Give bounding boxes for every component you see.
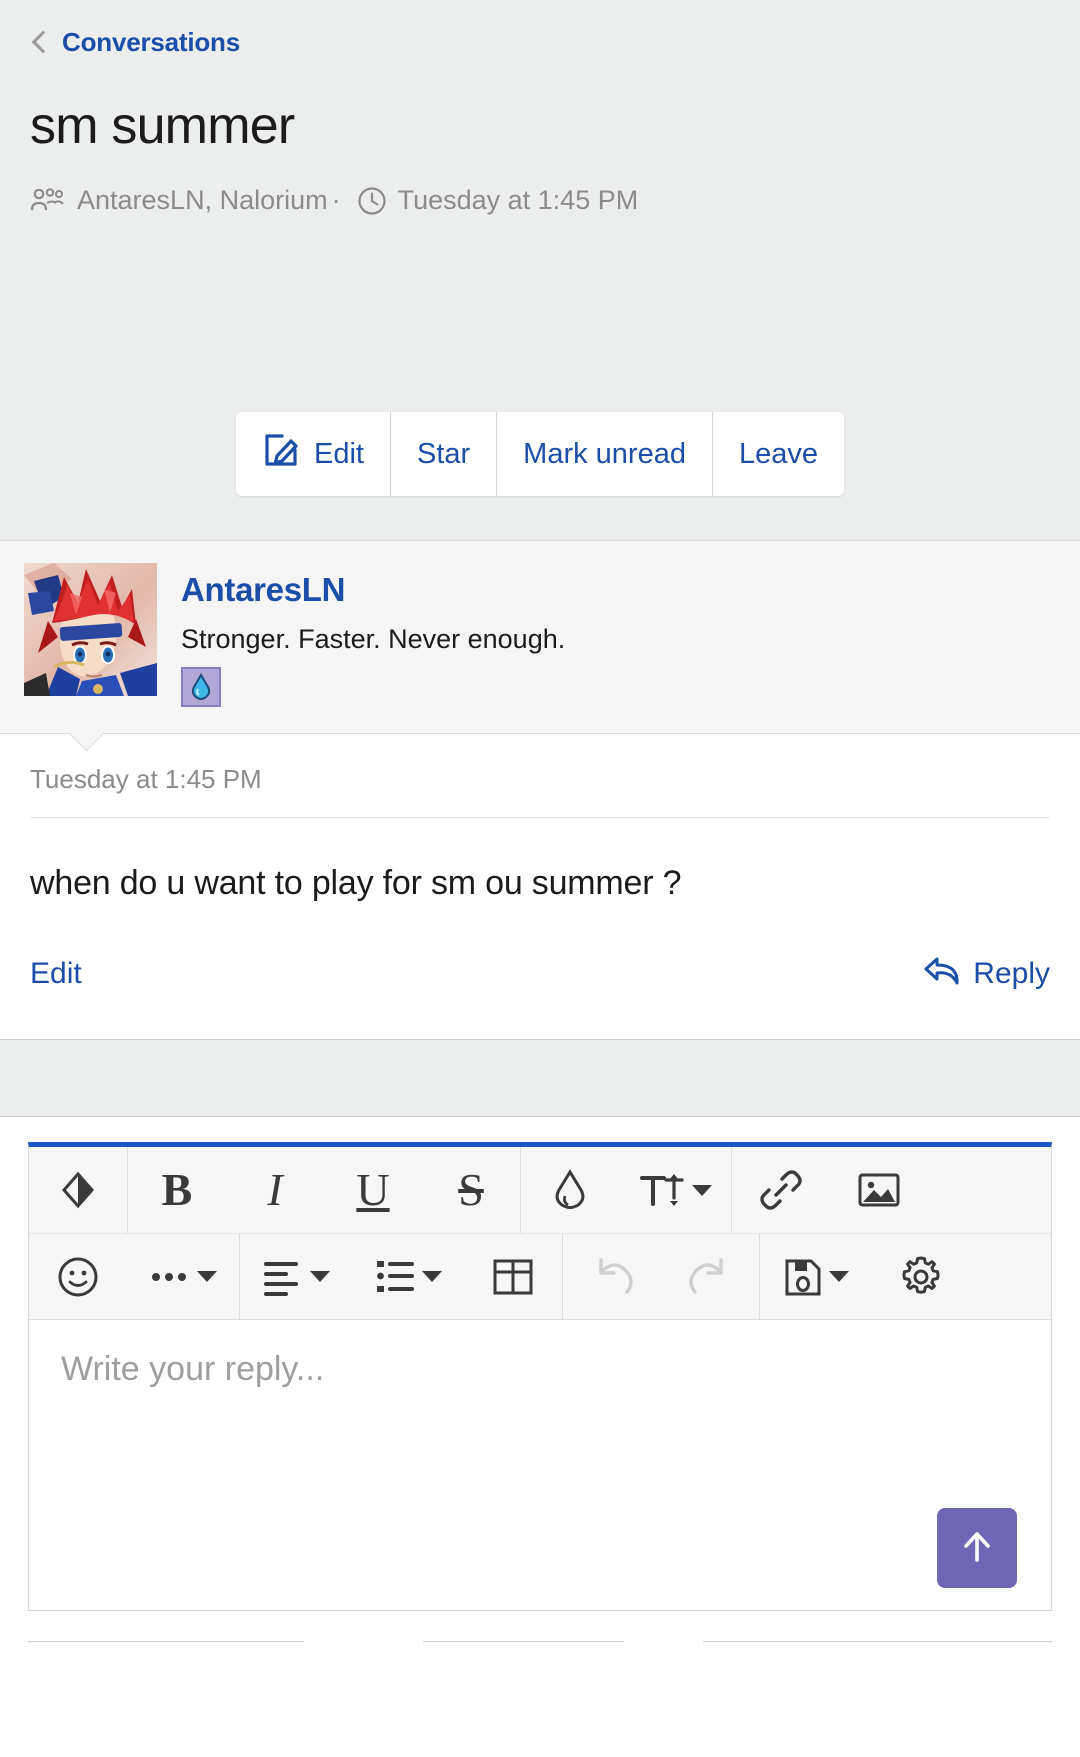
footer-segment-3 (703, 1641, 1052, 1655)
mark-unread-label: Mark unread (523, 437, 686, 470)
footer-strip (28, 1641, 1052, 1655)
more-options-icon[interactable] (127, 1234, 239, 1320)
emoji-smiley-icon[interactable] (29, 1234, 127, 1320)
toolbar-group-format-clear (29, 1147, 128, 1233)
message-body: Tuesday at 1:45 PM when do u want to pla… (0, 734, 1080, 1039)
image-icon[interactable] (830, 1147, 928, 1233)
footer-segment-1 (28, 1641, 303, 1655)
reply-editor: B I U S Write your reply... (28, 1142, 1052, 1611)
link-icon[interactable] (732, 1147, 830, 1233)
footer-segment-2 (423, 1641, 623, 1655)
save-draft-caret-icon[interactable] (829, 1271, 849, 1282)
message-date: Tuesday at 1:45 PM (30, 764, 1050, 818)
strikethrough-icon[interactable]: S (422, 1147, 520, 1233)
reply-placeholder: Write your reply... (61, 1350, 325, 1388)
edit-conversation-label: Edit (314, 437, 364, 470)
toolbar-group-color-size (521, 1147, 732, 1233)
list-icon[interactable] (352, 1234, 464, 1320)
water-drop-badge-icon (181, 667, 221, 707)
toolbar-group-history (563, 1234, 760, 1319)
username-link[interactable]: AntaresLN (181, 571, 565, 609)
star-conversation-label: Star (416, 437, 471, 470)
message-actions: Edit Reply (30, 903, 1050, 1039)
edit-conversation-button[interactable]: Edit (236, 412, 391, 496)
message-user-bar: AntaresLN Stronger. Faster. Never enough… (0, 540, 1080, 734)
page-title: sm summer (30, 97, 295, 155)
italic-icon[interactable]: I (226, 1147, 324, 1233)
font-size-icon[interactable] (619, 1147, 731, 1233)
reply-arrow-icon (921, 953, 961, 995)
editor-toolbar-row-1: B I U S (29, 1147, 1051, 1233)
avatar[interactable] (24, 563, 157, 696)
message-post: AntaresLN Stronger. Faster. Never enough… (0, 540, 1080, 1039)
conversation-meta: AntaresLN, Nalorium · Tuesday at 1:45 PM (30, 185, 1050, 216)
save-draft-icon[interactable] (760, 1234, 872, 1320)
text-align-icon[interactable] (240, 1234, 352, 1320)
bold-icon[interactable]: B (128, 1147, 226, 1233)
gear-settings-icon[interactable] (872, 1234, 970, 1320)
font-size-caret-icon[interactable] (692, 1184, 712, 1196)
action-button-group: Edit Star Mark unread Leave (236, 412, 844, 496)
leave-conversation-button[interactable]: Leave (712, 412, 844, 496)
toolbar-group-paragraph (240, 1234, 563, 1319)
redo-icon (661, 1234, 759, 1320)
conversation-actions: Edit Star Mark unread Leave (0, 412, 1080, 496)
message-text: when do u want to play for sm ou summer … (30, 864, 682, 902)
undo-icon (563, 1234, 661, 1320)
section-divider-strip (0, 1039, 1080, 1117)
table-icon[interactable] (464, 1234, 562, 1320)
breadcrumb-link-conversations[interactable]: Conversations (62, 27, 240, 58)
toolbar-group-emoji (29, 1234, 240, 1319)
reply-editor-wrapper: B I U S Write your reply... (0, 1117, 1080, 1655)
participants-label: AntaresLN, Nalorium (77, 185, 328, 216)
compose-pencil-icon (262, 431, 300, 477)
toolbar-group-draft-settings (760, 1234, 970, 1319)
leave-conversation-label: Leave (738, 437, 818, 470)
list-caret-icon[interactable] (422, 1271, 442, 1282)
star-conversation-button[interactable]: Star (390, 412, 498, 496)
meta-separator: · (331, 185, 341, 216)
chevron-left-icon[interactable] (30, 28, 50, 56)
user-title: Stronger. Faster. Never enough. (181, 624, 566, 654)
reply-message-label: Reply (973, 957, 1050, 990)
footer-gap-2 (623, 1641, 703, 1655)
more-options-caret-icon[interactable] (197, 1271, 217, 1282)
text-color-drop-icon[interactable] (521, 1147, 619, 1233)
mark-unread-button[interactable]: Mark unread (497, 412, 713, 496)
toolbar-group-text-style: B I U S (128, 1147, 521, 1233)
toolbar-group-insert (732, 1147, 928, 1233)
breadcrumb[interactable]: Conversations (30, 22, 1050, 62)
edit-message-link[interactable]: Edit (30, 957, 82, 991)
message-user-info: AntaresLN Stronger. Faster. Never enough… (181, 563, 565, 707)
editor-toolbar-row-2 (29, 1233, 1051, 1319)
arrow-up-icon (956, 1526, 998, 1571)
underline-icon[interactable]: U (324, 1147, 422, 1233)
clock-icon (357, 186, 387, 216)
timestamp-label: Tuesday at 1:45 PM (397, 185, 639, 216)
users-icon (30, 187, 64, 214)
remove-formatting-icon[interactable] (29, 1147, 127, 1233)
editor-toolbar: B I U S (29, 1147, 1051, 1320)
text-align-caret-icon[interactable] (310, 1271, 330, 1282)
reply-input-area[interactable]: Write your reply... (29, 1320, 1051, 1610)
footer-gap-1 (303, 1641, 423, 1655)
avatar-image (24, 563, 157, 696)
reply-message-link[interactable]: Reply (921, 953, 1050, 995)
conversation-header: Conversations sm summer AntaresLN, Nalor… (0, 0, 1080, 540)
edit-message-label: Edit (30, 957, 82, 990)
send-reply-button[interactable] (937, 1508, 1017, 1588)
